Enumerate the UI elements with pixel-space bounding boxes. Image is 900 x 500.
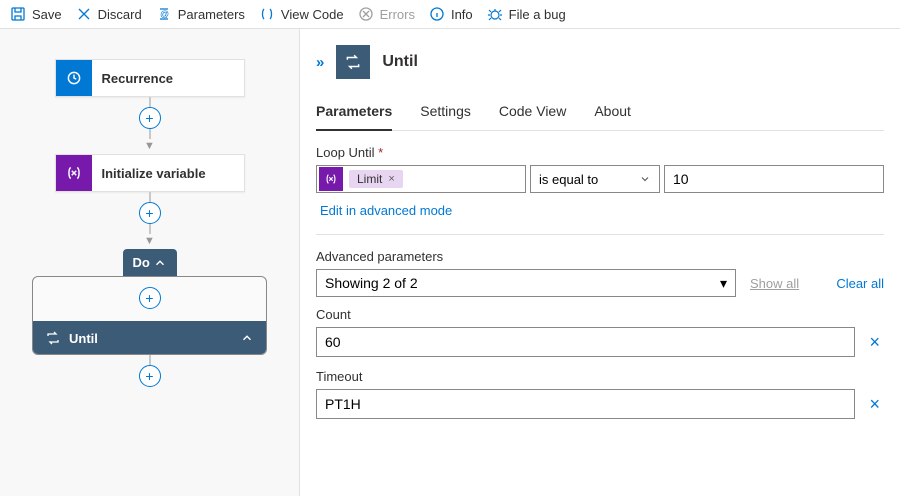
chevron-up-icon	[240, 331, 254, 345]
connector	[149, 355, 151, 365]
edit-advanced-mode-link[interactable]: Edit in advanced mode	[316, 199, 456, 230]
view-code-button[interactable]: View Code	[259, 6, 344, 22]
discard-button[interactable]: Discard	[76, 6, 142, 22]
connector	[149, 97, 151, 107]
advanced-params-value: Showing 2 of 2	[325, 275, 418, 291]
svg-text:@: @	[160, 9, 169, 19]
save-icon	[10, 6, 26, 22]
clear-timeout-icon[interactable]: ×	[865, 394, 884, 415]
do-body: +	[33, 277, 266, 321]
initialize-variable-label: Initialize variable	[92, 166, 216, 181]
remove-token-icon[interactable]: ×	[388, 173, 394, 185]
until-bar[interactable]: Until	[33, 321, 266, 354]
file-bug-button[interactable]: File a bug	[487, 6, 566, 22]
count-input[interactable]	[316, 327, 855, 357]
tab-parameters[interactable]: Parameters	[316, 97, 392, 131]
recurrence-label: Recurrence	[92, 71, 184, 86]
main-area: Recurrence + ▼ Initialize variable + ▼ D…	[0, 29, 900, 496]
properties-panel: » Until Parameters Settings Code View Ab…	[300, 29, 900, 496]
expression-input[interactable]: Limit ×	[316, 165, 526, 193]
initialize-variable-card[interactable]: Initialize variable	[55, 154, 245, 192]
panel-title: Until	[382, 53, 418, 71]
discard-label: Discard	[98, 7, 142, 22]
clear-all-link[interactable]: Clear all	[836, 276, 884, 291]
connector	[149, 192, 151, 202]
tab-settings[interactable]: Settings	[420, 97, 471, 130]
timeout-input[interactable]	[316, 389, 855, 419]
collapse-panel-icon[interactable]: »	[316, 54, 324, 71]
arrow-down-icon: ▼	[144, 141, 155, 152]
operator-value: is equal to	[539, 172, 598, 187]
show-all-link[interactable]: Show all	[750, 276, 799, 291]
add-step-button[interactable]: +	[139, 287, 161, 309]
count-label: Count	[316, 307, 884, 322]
recurrence-card[interactable]: Recurrence	[55, 59, 245, 97]
operator-select[interactable]: is equal to	[530, 165, 660, 193]
chevron-up-icon	[153, 256, 167, 270]
info-icon	[429, 6, 445, 22]
code-icon	[259, 6, 275, 22]
view-code-label: View Code	[281, 7, 344, 22]
variable-icon	[56, 155, 92, 191]
parameters-button[interactable]: @ Parameters	[156, 6, 245, 22]
comparison-value-input[interactable]	[664, 165, 884, 193]
divider	[316, 234, 884, 235]
top-toolbar: Save Discard @ Parameters View Code Erro…	[0, 0, 900, 29]
token-text: Limit	[357, 172, 382, 186]
info-button[interactable]: Info	[429, 6, 473, 22]
parameters-icon: @	[156, 6, 172, 22]
errors-label: Errors	[380, 7, 415, 22]
workflow-canvas: Recurrence + ▼ Initialize variable + ▼ D…	[0, 29, 300, 496]
recurrence-icon	[56, 60, 92, 96]
discard-icon	[76, 6, 92, 22]
errors-button[interactable]: Errors	[358, 6, 415, 22]
parameters-label: Parameters	[178, 7, 245, 22]
info-label: Info	[451, 7, 473, 22]
save-label: Save	[32, 7, 62, 22]
timeout-label: Timeout	[316, 369, 884, 384]
add-step-button[interactable]: +	[139, 365, 161, 387]
save-button[interactable]: Save	[10, 6, 62, 22]
add-step-button[interactable]: +	[139, 107, 161, 129]
do-header[interactable]: Do	[123, 249, 177, 276]
connector	[149, 224, 151, 234]
clear-count-icon[interactable]: ×	[865, 332, 884, 353]
fx-icon	[319, 167, 343, 191]
tab-about[interactable]: About	[594, 97, 631, 130]
add-step-button[interactable]: +	[139, 202, 161, 224]
loop-until-row: Limit × is equal to	[316, 165, 884, 193]
do-until-group: + Until	[32, 276, 267, 355]
variable-token-limit[interactable]: Limit ×	[349, 170, 403, 188]
bug-icon	[487, 6, 503, 22]
connector	[149, 129, 151, 139]
until-badge-icon	[336, 45, 370, 79]
tab-code-view[interactable]: Code View	[499, 97, 566, 130]
chevron-down-icon	[639, 173, 651, 185]
file-bug-label: File a bug	[509, 7, 566, 22]
do-label: Do	[133, 255, 150, 270]
loop-icon	[45, 330, 61, 346]
loop-until-label: Loop Until *	[316, 145, 884, 160]
advanced-params-select[interactable]: Showing 2 of 2 ▾	[316, 269, 736, 297]
errors-icon	[358, 6, 374, 22]
advanced-parameters-label: Advanced parameters	[316, 249, 884, 264]
panel-tabs: Parameters Settings Code View About	[316, 97, 884, 131]
until-label: Until	[69, 331, 98, 346]
arrow-down-icon: ▼	[144, 236, 155, 247]
chevron-down-icon: ▾	[720, 275, 727, 292]
